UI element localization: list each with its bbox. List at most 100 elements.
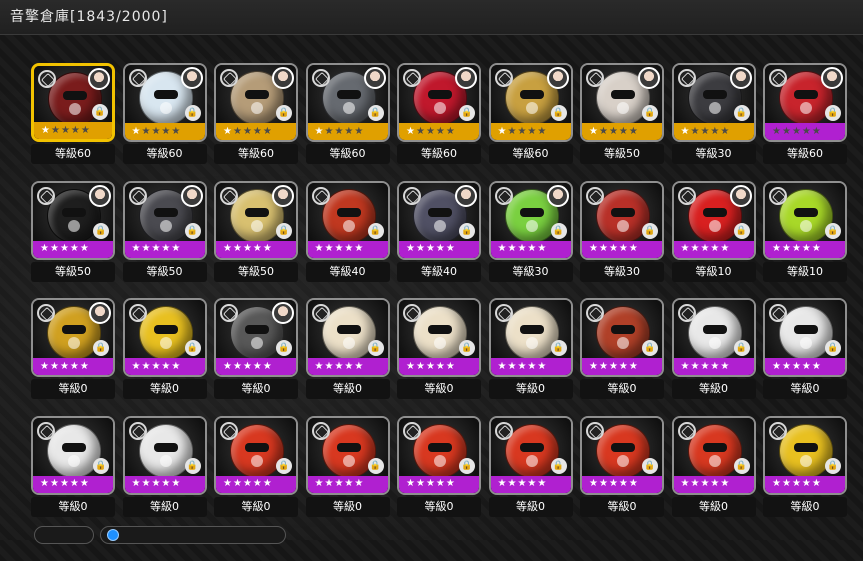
lock-icon[interactable]: 🔒 [459, 105, 475, 121]
star-icon: ★ [598, 478, 608, 489]
lock-icon[interactable]: 🔒 [367, 457, 384, 474]
engine-tile[interactable]: 🔒 ★ ★ ★ ★ ★ [488, 415, 573, 495]
level-label: 等級50 [580, 144, 664, 164]
lock-icon[interactable]: 🔒 [184, 222, 201, 239]
star-icon: ★ [435, 243, 445, 254]
star-icon: ★ [242, 478, 252, 489]
engine-tile[interactable]: 🔒 ★ ★ ★ ★ ★ [580, 180, 664, 260]
engine-tile[interactable]: 🔒 ★ ★ ★ ★ ★ [397, 180, 481, 260]
star-icon: ★ [772, 478, 781, 489]
engine-tile[interactable]: 🔒 ★ ★ ★ ★ ★ [214, 298, 298, 377]
engine-tile[interactable]: 🔒 ★ ★ ★ ★ ★ [305, 180, 390, 260]
engine-tile[interactable]: 🔒 ★ ★ ★ ★ ★ [763, 180, 847, 260]
engine-tile[interactable]: 🔒 ★ ★ ★ ★ ★ [214, 180, 298, 260]
lock-icon[interactable]: 🔒 [733, 222, 750, 239]
lock-icon[interactable]: 🔒 [276, 457, 292, 474]
lock-icon[interactable]: 🔒 [733, 105, 750, 121]
lock-icon[interactable]: 🔒 [184, 105, 201, 121]
engine-emblem-icon [800, 337, 812, 349]
engine-emblem-icon [617, 337, 629, 349]
engine-tile[interactable]: 🔒 ★ ★ ★ ★ ★ [397, 298, 481, 377]
engine-tile[interactable]: 🔒 ★ ★ ★ ★ ★ [214, 415, 298, 495]
engine-tile[interactable]: 🔒 ★ ★ ★ ★ ★ [763, 298, 847, 377]
engine-tile[interactable]: 🔒 ★ ★ ★ ★ ★ [305, 415, 390, 495]
engine-tile[interactable]: 🔒 ★ ★ ★ ★ ★ [671, 180, 756, 260]
star-icon: ★ [324, 125, 334, 137]
lock-icon[interactable]: 🔒 [276, 105, 292, 121]
star-icon: ★ [69, 243, 79, 254]
lock-icon[interactable]: 🔒 [184, 457, 201, 474]
star-icon: ★ [690, 243, 700, 254]
engine-tile[interactable]: 🔒 ★ ★ ★ ★ ★ [488, 298, 573, 377]
engine-tile[interactable]: 🔒 ★ ★ ★ ★ ★ [580, 298, 664, 377]
specialty-badge-icon [494, 186, 513, 205]
engine-tile[interactable]: 🔒 ★ ★ ★ ★ ★ [671, 63, 756, 142]
lock-icon[interactable]: 🔒 [276, 222, 292, 239]
star-rating: ★ ★ ★ ★ ★ [33, 358, 113, 375]
lock-icon[interactable]: 🔒 [550, 222, 567, 239]
sort-button[interactable] [100, 526, 286, 544]
star-icon: ★ [537, 125, 547, 137]
engine-tile[interactable]: 🔒 ★ ★ ★ ★ ★ [305, 298, 390, 377]
star-icon: ★ [507, 360, 517, 372]
lock-icon[interactable]: 🔒 [184, 340, 201, 356]
engine-tile[interactable]: 🔒 ★ ★ ★ ★ ★ [122, 298, 207, 377]
engine-tile[interactable]: 🔒 ★ ★ ★ ★ ★ [31, 415, 115, 495]
equipped-agent-avatar [272, 302, 294, 324]
engine-face-icon [62, 442, 86, 452]
engine-tile[interactable]: 🔒 ★ ★ ★ ★ ★ [31, 298, 115, 377]
lock-icon[interactable]: 🔒 [642, 457, 658, 474]
lock-icon[interactable]: 🔒 [459, 340, 475, 356]
lock-icon[interactable]: 🔒 [459, 222, 475, 239]
engine-tile[interactable]: 🔒 ★ ★ ★ ★ ★ [31, 180, 115, 260]
lock-icon[interactable]: 🔒 [93, 340, 109, 356]
star-icon: ★ [527, 125, 537, 137]
lock-icon[interactable]: 🔒 [825, 105, 841, 121]
engine-tile[interactable]: 🔒 ★ ★ ★ ★ ★ [488, 180, 573, 260]
lock-icon[interactable]: 🔒 [550, 105, 567, 121]
lock-icon[interactable]: 🔒 [276, 340, 292, 356]
engine-tile[interactable]: 🔒 ★ ★ ★ ★ ★ [305, 63, 390, 142]
level-label: 等級0 [397, 496, 481, 517]
star-icon: ★ [589, 360, 598, 372]
lock-icon[interactable]: 🔒 [825, 457, 841, 474]
star-icon: ★ [628, 360, 638, 372]
engine-tile[interactable]: 🔒 ★ ★ ★ ★ ★ [397, 63, 481, 142]
lock-icon[interactable]: 🔒 [92, 104, 108, 120]
engine-emblem-icon [68, 337, 80, 349]
engine-face-icon [245, 90, 269, 99]
engine-tile[interactable]: 🔒 ★ ★ ★ ★ ★ [397, 415, 481, 495]
lock-icon[interactable]: 🔒 [733, 340, 750, 356]
lock-icon[interactable]: 🔒 [550, 457, 567, 474]
engine-tile[interactable]: 🔒 ★ ★ ★ ★ ★ [214, 63, 298, 142]
star-icon: ★ [772, 360, 781, 372]
lock-icon[interactable]: 🔒 [642, 222, 658, 239]
lock-icon[interactable]: 🔒 [825, 222, 841, 239]
engine-tile[interactable]: 🔒 ★ ★ ★ ★ ★ [580, 63, 664, 142]
lock-icon[interactable]: 🔒 [93, 457, 109, 474]
lock-icon[interactable]: 🔒 [367, 222, 384, 239]
engine-tile[interactable]: 🔒 ★ ★ ★ ★ ★ [488, 63, 573, 142]
lock-icon[interactable]: 🔒 [733, 457, 750, 474]
engine-tile[interactable]: 🔒 ★ ★ ★ ★ ★ [763, 415, 847, 495]
lock-icon[interactable]: 🔒 [550, 340, 567, 356]
engine-tile[interactable]: 🔒 ★ ★ ★ ★ ★ [122, 63, 207, 142]
engine-tile[interactable]: 🔒 ★ ★ ★ ★ ★ [671, 298, 756, 377]
engine-tile[interactable]: 🔒 ★ ★ ★ ★ ★ [671, 415, 756, 495]
lock-icon[interactable]: 🔒 [367, 105, 384, 121]
engine-tile[interactable]: 🔒 ★ ★ ★ ★ ★ [31, 63, 115, 142]
star-icon: ★ [262, 478, 272, 489]
engine-tile[interactable]: 🔒 ★ ★ ★ ★ ★ [122, 415, 207, 495]
star-icon: ★ [435, 125, 445, 137]
engine-tile[interactable]: 🔒 ★ ★ ★ ★ ★ [580, 415, 664, 495]
lock-icon[interactable]: 🔒 [642, 105, 658, 121]
specialty-badge-icon [128, 421, 147, 440]
engine-tile[interactable]: 🔒 ★ ★ ★ ★ ★ [763, 63, 847, 142]
filter-button[interactable] [34, 526, 94, 544]
lock-icon[interactable]: 🔒 [825, 340, 841, 356]
lock-icon[interactable]: 🔒 [642, 340, 658, 356]
lock-icon[interactable]: 🔒 [367, 340, 384, 356]
lock-icon[interactable]: 🔒 [93, 222, 109, 239]
lock-icon[interactable]: 🔒 [459, 457, 475, 474]
engine-tile[interactable]: 🔒 ★ ★ ★ ★ ★ [122, 180, 207, 260]
